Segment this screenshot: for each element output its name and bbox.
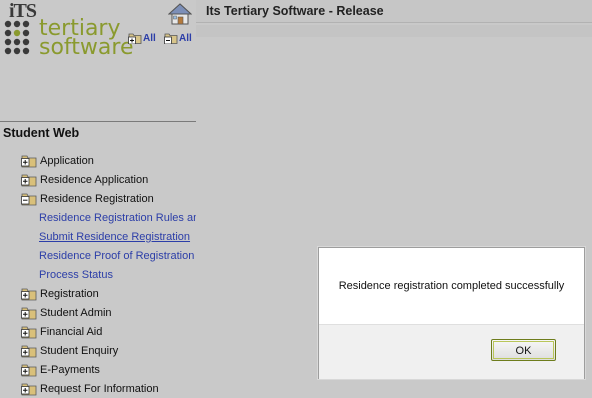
section-divider — [0, 121, 196, 122]
folder-plus-icon — [21, 364, 37, 376]
folder-plus-icon — [21, 288, 37, 300]
tree-item-label: Residence Registration — [40, 192, 154, 205]
tree-item-student-enquiry[interactable]: Student Enquiry — [21, 341, 118, 360]
folder-minus-icon — [21, 193, 37, 205]
ok-button[interactable]: OK — [491, 339, 556, 361]
link-residence-proof-of-registration[interactable]: Residence Proof of Registration — [39, 246, 194, 265]
logo-word-software: software — [39, 35, 134, 60]
tree-item-label: Application — [40, 154, 94, 167]
section-title: Student Web — [3, 126, 80, 140]
tree-item-registration[interactable]: Registration — [21, 284, 99, 303]
expand-all-button[interactable]: All — [128, 32, 156, 44]
logo-dots-icon — [4, 20, 30, 55]
tree-item-label: Financial Aid — [40, 325, 103, 338]
expand-all-label: All — [143, 33, 156, 44]
link-residence-registration-rules[interactable]: Residence Registration Rules and — [39, 208, 196, 227]
tree-item-label: Student Enquiry — [40, 344, 119, 357]
folder-plus-icon — [21, 345, 37, 357]
folder-plus-icon — [21, 307, 37, 319]
tree-item-label: Residence Application — [40, 173, 149, 186]
header-bar: Its Tertiary Software - Release — [196, 0, 592, 23]
collapse-all-button[interactable]: All — [164, 32, 192, 44]
tree-item-request-for-information[interactable]: Request For Information — [21, 379, 159, 398]
page-title: Its Tertiary Software - Release — [206, 4, 384, 18]
sub-header-bar — [196, 25, 592, 37]
tree-item-label: Student Admin — [40, 306, 112, 319]
tree-item-label: E-Payments — [40, 363, 100, 376]
its-logo: iTS tertiary software — [3, 0, 134, 60]
collapse-folder-icon — [164, 33, 178, 44]
tree-item-label: Registration — [40, 287, 99, 300]
tree-item-residence-application[interactable]: Residence Application — [21, 170, 148, 189]
link-process-status[interactable]: Process Status — [39, 265, 113, 284]
tree-item-student-admin[interactable]: Student Admin — [21, 303, 112, 322]
link-submit-residence-registration[interactable]: Submit Residence Registration — [39, 227, 190, 246]
tree-item-application[interactable]: Application — [21, 151, 94, 170]
tree-item-e-payments[interactable]: E-Payments — [21, 360, 100, 379]
folder-plus-icon — [21, 174, 37, 186]
tree-item-label: Request For Information — [40, 382, 159, 395]
folder-plus-icon — [21, 326, 37, 338]
folder-plus-icon — [21, 383, 37, 395]
folder-plus-icon — [21, 155, 37, 167]
alert-dialog: Residence registration completed success… — [318, 247, 585, 379]
collapse-all-label: All — [179, 33, 192, 44]
home-icon[interactable] — [168, 2, 192, 26]
expand-folder-icon — [128, 33, 142, 44]
dialog-message: Residence registration completed success… — [338, 280, 565, 292]
dialog-footer: OK — [319, 324, 584, 379]
tree-item-financial-aid[interactable]: Financial Aid — [21, 322, 102, 341]
navigation-frame: iTS tertiary software All All Student We… — [0, 0, 196, 398]
tree-item-residence-registration[interactable]: Residence Registration — [21, 189, 154, 208]
